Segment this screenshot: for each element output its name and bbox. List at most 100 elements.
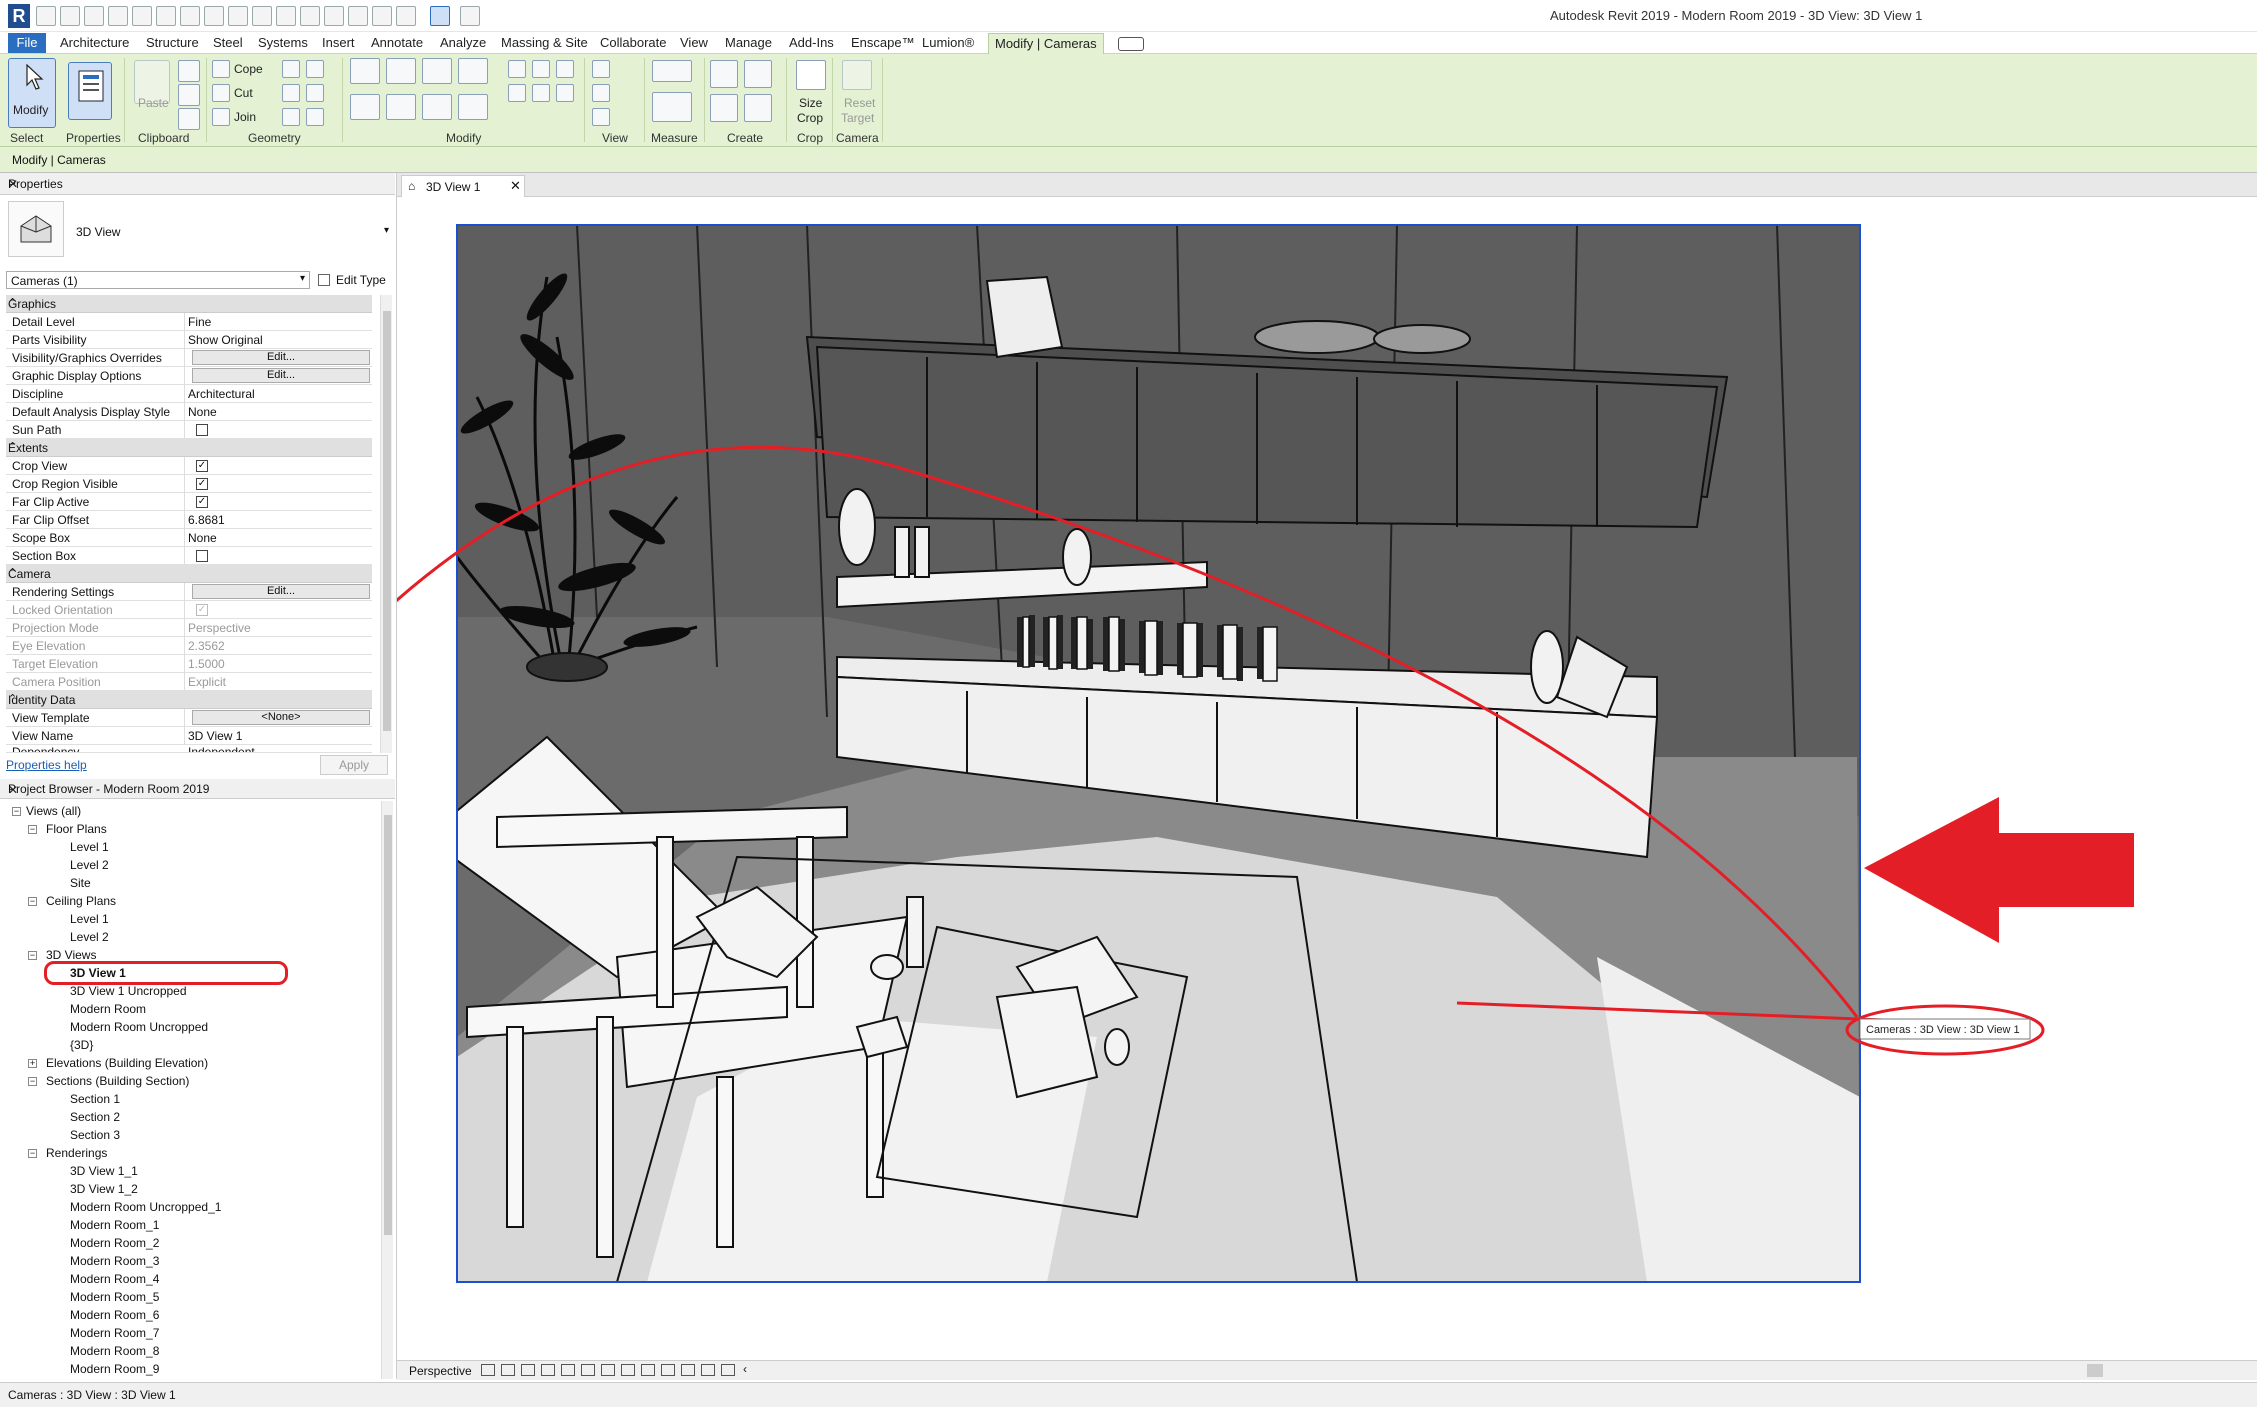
tab-systems[interactable]: Systems bbox=[258, 35, 308, 50]
instance-selector[interactable]: Cameras (1) ▾ bbox=[6, 271, 310, 289]
dimension-icon[interactable] bbox=[228, 6, 248, 26]
tile-icon[interactable] bbox=[430, 6, 450, 26]
view-canvas[interactable]: Cameras : 3D View : 3D View 1 bbox=[113, 197, 2257, 1360]
split-icon[interactable] bbox=[508, 60, 526, 78]
hammer-icon[interactable] bbox=[306, 108, 324, 126]
prop-scope-box[interactable]: Scope Box None bbox=[6, 529, 372, 547]
modify-button[interactable]: Modify bbox=[8, 58, 56, 128]
size-crop-label-2[interactable]: Crop bbox=[797, 111, 823, 125]
browser-item-render-modern-room-2[interactable]: Modern Room_2 bbox=[70, 1236, 159, 1250]
visual-style-icon[interactable] bbox=[501, 1364, 515, 1376]
mirror-axis-icon[interactable] bbox=[422, 58, 452, 84]
horizontal-scroll-thumb[interactable] bbox=[2087, 1364, 2103, 1377]
browser-item-ceiling-plans[interactable]: Ceiling Plans bbox=[46, 894, 116, 908]
close-icon[interactable]: ✕ bbox=[510, 178, 521, 194]
crop-region-visible-checkbox[interactable]: ✓ bbox=[196, 478, 208, 490]
rotate-icon[interactable] bbox=[422, 94, 452, 120]
switch-windows-icon[interactable] bbox=[396, 6, 416, 26]
browser-item-render-modern-room-8[interactable]: Modern Room_8 bbox=[70, 1344, 159, 1358]
browser-item-section-3[interactable]: Section 3 bbox=[70, 1128, 120, 1142]
section-box-checkbox[interactable] bbox=[196, 550, 208, 562]
move-icon[interactable] bbox=[350, 94, 380, 120]
create-parts-icon[interactable] bbox=[744, 60, 772, 88]
close-icon[interactable]: ✕ bbox=[8, 177, 389, 191]
browser-item-3d-default[interactable]: {3D} bbox=[70, 1038, 93, 1052]
revit-logo-icon[interactable]: R bbox=[8, 4, 30, 28]
tab-view[interactable]: View bbox=[680, 35, 708, 50]
customize-icon[interactable] bbox=[460, 6, 480, 26]
highlight-displacement-icon[interactable] bbox=[721, 1364, 735, 1376]
size-crop-label[interactable]: Size bbox=[799, 96, 822, 110]
sun-path-checkbox[interactable] bbox=[196, 424, 208, 436]
override-graphics-icon[interactable] bbox=[592, 108, 610, 126]
prop-rendering-settings[interactable]: Rendering Settings Edit... bbox=[6, 583, 372, 601]
tab-architecture[interactable]: Architecture bbox=[60, 35, 129, 50]
tab-lumion[interactable]: Lumion® bbox=[922, 35, 974, 50]
apply-button[interactable]: Apply bbox=[320, 755, 388, 775]
measure-distance-icon[interactable] bbox=[652, 60, 692, 82]
mirror-draw-icon[interactable] bbox=[458, 58, 488, 84]
demolish-icon[interactable] bbox=[282, 108, 300, 126]
join-button[interactable]: Join bbox=[234, 110, 256, 124]
new-icon[interactable] bbox=[60, 6, 80, 26]
chevron-left-icon[interactable]: ‹ bbox=[743, 1362, 747, 1376]
copy-clipboard-icon[interactable] bbox=[178, 84, 200, 106]
view-template-button[interactable]: <None> bbox=[192, 710, 370, 725]
close-hidden-icon[interactable] bbox=[372, 6, 392, 26]
crop-view-checkbox[interactable]: ✓ bbox=[196, 460, 208, 472]
cope-icon[interactable] bbox=[212, 60, 230, 78]
prop-value[interactable]: Show Original bbox=[188, 333, 263, 347]
prop-far-clip-active[interactable]: Far Clip Active ✓ bbox=[6, 493, 372, 511]
browser-item-render-modern-room-3[interactable]: Modern Room_3 bbox=[70, 1254, 159, 1268]
tree-toggle-icon[interactable]: + bbox=[28, 1059, 37, 1068]
collapse-icon[interactable]: ⌃ bbox=[8, 440, 366, 453]
tag-icon[interactable] bbox=[252, 6, 272, 26]
browser-item-3d-views[interactable]: 3D Views bbox=[46, 948, 96, 962]
prop-sun-path[interactable]: Sun Path bbox=[6, 421, 372, 439]
edit-type-button[interactable]: Edit Type bbox=[316, 271, 394, 289]
type-name[interactable]: 3D View bbox=[76, 225, 120, 239]
reset-target-label[interactable]: Reset bbox=[844, 96, 875, 110]
tab-analyze[interactable]: Analyze bbox=[440, 35, 486, 50]
pin-icon[interactable] bbox=[532, 60, 550, 78]
prop-graphic-display[interactable]: Graphic Display Options Edit... bbox=[6, 367, 372, 385]
shadows-icon[interactable] bbox=[541, 1364, 555, 1376]
prop-value[interactable]: None bbox=[188, 405, 217, 419]
tab-massing-site[interactable]: Massing & Site bbox=[501, 35, 588, 50]
worksharing-icon[interactable] bbox=[681, 1364, 695, 1376]
print-icon[interactable] bbox=[180, 6, 200, 26]
browser-item-ceiling-level-2[interactable]: Level 2 bbox=[70, 930, 109, 944]
save-icon[interactable] bbox=[84, 6, 104, 26]
split-face-icon[interactable] bbox=[306, 60, 324, 78]
linework-icon[interactable] bbox=[592, 84, 610, 102]
browser-item-render-modern-room-4[interactable]: Modern Room_4 bbox=[70, 1272, 159, 1286]
undo-icon[interactable] bbox=[132, 6, 152, 26]
scene-svg[interactable]: Cameras : 3D View : 3D View 1 bbox=[113, 197, 2257, 1360]
browser-item-modern-room[interactable]: Modern Room bbox=[70, 1002, 146, 1016]
properties-help-link[interactable]: Properties help bbox=[6, 758, 87, 772]
create-similar-icon[interactable] bbox=[744, 94, 772, 122]
prop-view-template[interactable]: View Template <None> bbox=[6, 709, 372, 727]
array-icon[interactable] bbox=[508, 84, 526, 102]
3d-view-icon[interactable] bbox=[300, 6, 320, 26]
prop-view-name[interactable]: View Name 3D View 1 bbox=[6, 727, 372, 745]
join-icon[interactable] bbox=[212, 108, 230, 126]
collapse-icon[interactable]: ⌃ bbox=[8, 692, 366, 705]
group-camera[interactable]: Camera ⌃ bbox=[6, 565, 372, 583]
tree-toggle-icon[interactable]: − bbox=[12, 807, 21, 816]
rendering-edit-button[interactable]: Edit... bbox=[192, 584, 370, 599]
vg-edit-button[interactable]: Edit... bbox=[192, 350, 370, 365]
delete-icon[interactable] bbox=[556, 60, 574, 78]
tree-toggle-icon[interactable]: − bbox=[28, 1077, 37, 1086]
browser-item-render-modern-room-5[interactable]: Modern Room_5 bbox=[70, 1290, 159, 1304]
prop-value[interactable]: Architectural bbox=[188, 387, 255, 401]
unlock-view-icon[interactable] bbox=[621, 1364, 635, 1376]
tree-toggle-icon[interactable]: − bbox=[28, 951, 37, 960]
far-clip-active-checkbox[interactable]: ✓ bbox=[196, 496, 208, 508]
browser-item-render-modern-room-uncropped-1[interactable]: Modern Room Uncropped_1 bbox=[70, 1200, 221, 1214]
browser-item-renderings[interactable]: Renderings bbox=[46, 1146, 107, 1160]
reset-target-icon[interactable] bbox=[842, 60, 872, 90]
properties-scrollbar[interactable] bbox=[380, 295, 392, 753]
measure-icon[interactable] bbox=[204, 6, 224, 26]
tab-steel[interactable]: Steel bbox=[213, 35, 243, 50]
